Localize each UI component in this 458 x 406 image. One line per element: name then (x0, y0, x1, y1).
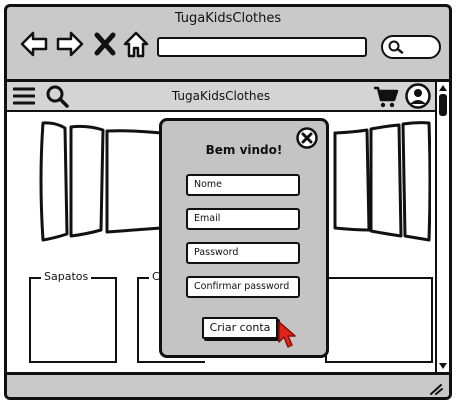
category-card[interactable] (325, 277, 433, 363)
status-bar (7, 379, 449, 397)
browser-search-field[interactable] (381, 35, 441, 59)
password-field[interactable]: Password (186, 242, 300, 264)
user-icon[interactable] (405, 83, 431, 109)
close-x-icon[interactable] (93, 29, 117, 59)
home-icon[interactable] (121, 29, 151, 59)
forward-arrow-icon[interactable] (55, 29, 85, 59)
email-field[interactable]: Email (186, 208, 300, 230)
carousel-slide (401, 121, 432, 242)
vertical-scrollbar[interactable] (435, 82, 449, 372)
carousel-slide (369, 123, 403, 238)
search-icon (388, 40, 404, 54)
scroll-up-icon[interactable] (439, 84, 447, 92)
signup-modal: Bem vindo! Nome Email Password Confirmar… (159, 118, 329, 358)
category-label: Sapatos (41, 270, 92, 284)
create-account-button[interactable]: Criar conta (202, 317, 278, 339)
carousel-slide (333, 128, 371, 232)
confirm-password-field[interactable]: Confirmar password (186, 276, 300, 298)
cart-icon[interactable] (373, 85, 399, 109)
mouse-cursor-icon (278, 321, 296, 348)
browser-title: TugaKidsClothes (174, 11, 282, 26)
app-header: TugaKidsClothes (7, 82, 435, 112)
carousel-slide (69, 124, 105, 238)
scroll-down-icon[interactable] (439, 362, 447, 370)
carousel-slide (39, 121, 69, 242)
scroll-thumb[interactable] (439, 94, 447, 116)
category-card-sapatos[interactable]: Sapatos (29, 270, 117, 363)
modal-title: Bem vindo! (205, 143, 283, 157)
resize-grip-icon[interactable] (429, 383, 443, 395)
url-bar[interactable] (157, 37, 367, 57)
name-field[interactable]: Nome (186, 174, 300, 196)
app-title: TugaKidsClothes (171, 89, 271, 103)
carousel-slide (105, 129, 163, 234)
back-arrow-icon[interactable] (19, 29, 49, 59)
